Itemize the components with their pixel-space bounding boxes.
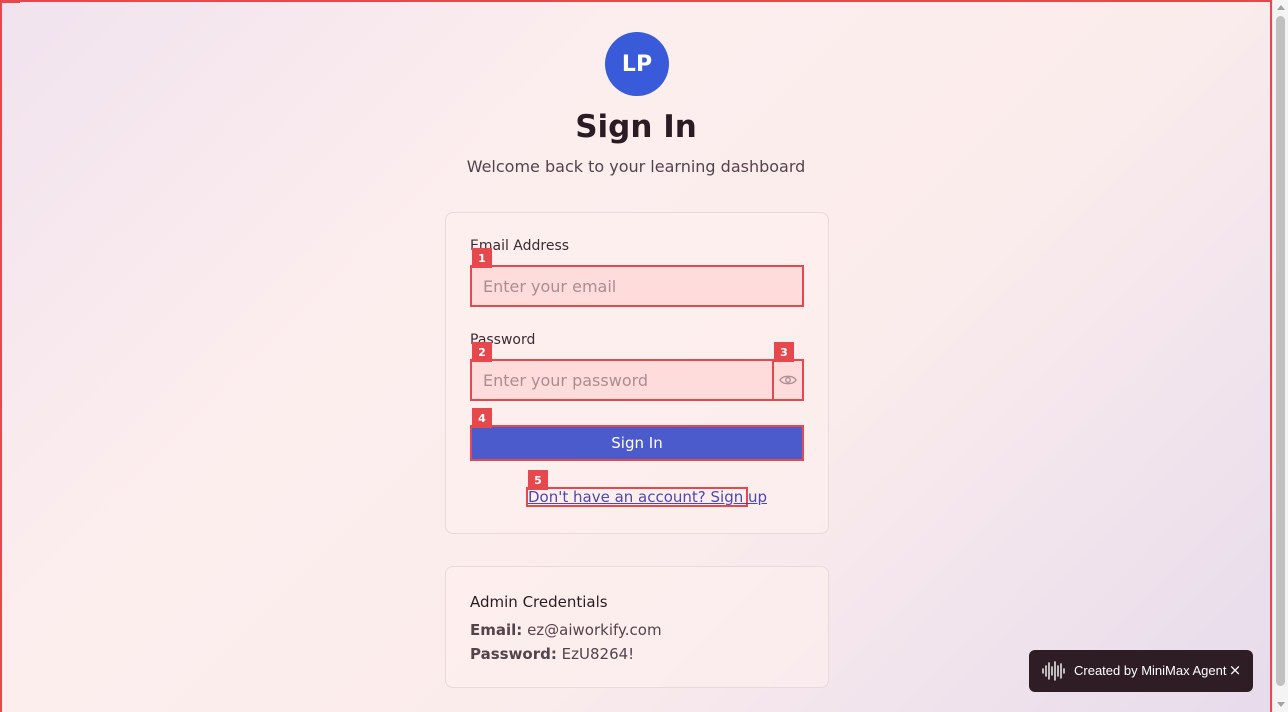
admin-credentials-card: Admin Credentials Email: ez@aiworkify.co…: [445, 566, 829, 688]
scroll-down-arrow[interactable]: [1277, 702, 1285, 707]
marker-3: 3: [774, 342, 794, 362]
logo-avatar: LP: [605, 32, 669, 96]
page-subtitle: Welcome back to your learning dashboard: [466, 157, 806, 176]
eye-icon: [779, 375, 797, 385]
admin-email-value: ez@aiworkify.com: [527, 621, 662, 639]
sign-in-button[interactable]: Sign In: [470, 425, 804, 461]
page-title: Sign In: [575, 109, 697, 145]
password-visibility-toggle[interactable]: [772, 359, 804, 401]
email-input[interactable]: [470, 265, 804, 307]
created-by-toast: Created by MiniMax Agent ×: [1029, 650, 1253, 692]
scrollbar-thumb[interactable]: [1276, 16, 1285, 686]
marker-2: 2: [472, 342, 492, 362]
admin-password-row: Password: EzU8264!: [470, 645, 634, 663]
waveform-icon: [1042, 661, 1065, 681]
logo-initials: LP: [621, 51, 653, 77]
password-input[interactable]: [470, 359, 774, 401]
frame-corner-mark: [2, 0, 20, 3]
admin-credentials-title: Admin Credentials: [470, 593, 608, 611]
toast-text: Created by MiniMax Agent: [1074, 663, 1227, 678]
admin-email-label: Email:: [470, 621, 523, 639]
scroll-up-arrow[interactable]: [1277, 5, 1285, 10]
marker-5: 5: [528, 470, 548, 490]
marker-4: 4: [472, 408, 492, 428]
login-card: Email Address 1 Password 2 3 Sign In 4 D…: [445, 212, 829, 534]
admin-email-row: Email: ez@aiworkify.com: [470, 621, 662, 639]
admin-password-value: EzU8264!: [561, 645, 635, 663]
vertical-scrollbar[interactable]: [1272, 0, 1288, 712]
marker-1: 1: [472, 248, 492, 268]
admin-password-label: Password:: [470, 645, 557, 663]
close-icon[interactable]: ×: [1227, 661, 1243, 679]
sign-up-link[interactable]: Don't have an account? Sign up: [526, 487, 767, 507]
